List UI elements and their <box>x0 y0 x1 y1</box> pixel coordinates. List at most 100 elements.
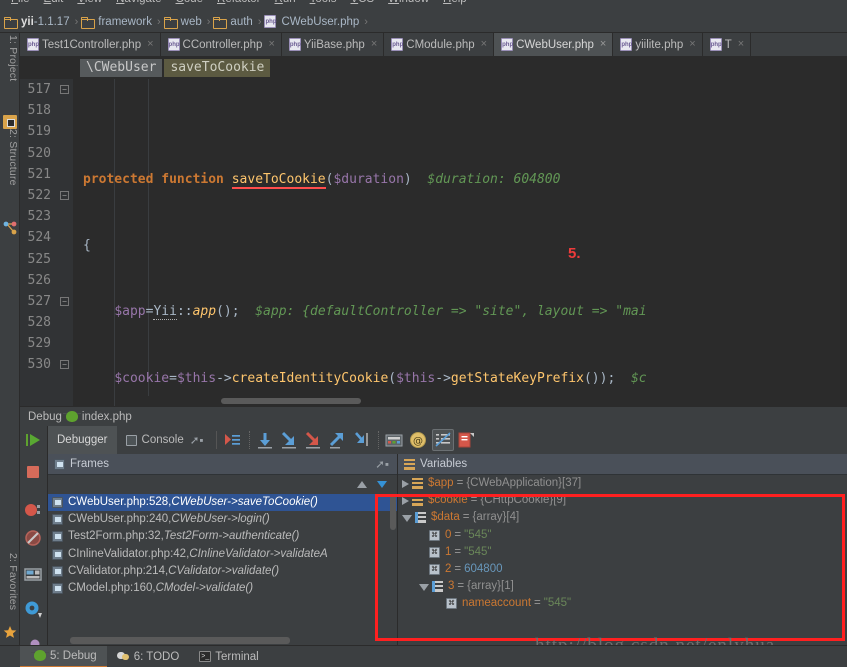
step-into-icon[interactable] <box>279 430 301 452</box>
line-number[interactable]: 526 <box>20 270 73 291</box>
menu-item-file[interactable]: File <box>4 0 37 5</box>
editor-tab-yiilite-php[interactable]: php yiilite.php × <box>613 33 703 56</box>
menu-item-view[interactable]: View <box>70 0 109 5</box>
code-editor[interactable]: 517−518 519 520 521 522−523 524 525 526 527−528 5… <box>20 79 847 406</box>
editor-tab-cwebuser-php[interactable]: php CWebUser.php × <box>494 33 614 56</box>
variables-tree[interactable]: $app = {CWebApplication} [37] $cookie = {CHtt… <box>398 475 847 613</box>
frame-row[interactable]: Test2Form.php:32, Test2Form->authenticat… <box>48 528 397 545</box>
line-number[interactable]: 530− <box>20 354 73 375</box>
frames-vscrollbar[interactable] <box>390 495 396 530</box>
close-icon[interactable]: × <box>268 39 274 50</box>
evaluate-expression-icon[interactable] <box>384 430 406 452</box>
variable-row[interactable]: $app = {CWebApplication} [37] <box>398 475 847 492</box>
menu-item-navigate[interactable]: Navigate <box>109 0 168 5</box>
close-icon[interactable]: × <box>371 39 377 50</box>
frames-detach-icon[interactable]: ➚▪ <box>375 457 389 471</box>
menu-item-help[interactable]: Help <box>436 0 474 5</box>
breadcrumb-item-web[interactable]: web <box>163 16 204 29</box>
fold-toggle-icon[interactable]: − <box>60 360 69 370</box>
editor-tab-t[interactable]: php T × <box>702 33 752 56</box>
line-number[interactable]: 528 <box>20 312 73 333</box>
line-number[interactable]: 525 <box>20 249 73 270</box>
line-number[interactable]: 519 <box>20 121 73 142</box>
menu-item-refactor[interactable]: Refactor <box>210 0 267 5</box>
line-number[interactable]: 529 <box>20 333 73 354</box>
fold-toggle-icon[interactable]: − <box>60 296 69 306</box>
sidebar-item-structure[interactable]: 2: Structure <box>1 129 19 186</box>
detach-icon[interactable]: ➚▪ <box>190 433 204 447</box>
code-content[interactable]: protected function saveToCookie($duratio… <box>73 79 847 406</box>
breadcrumb-item-cwebuser-php[interactable]: php CWebUser.php <box>264 15 361 28</box>
close-icon[interactable]: × <box>738 39 744 50</box>
restore-layout-icon[interactable] <box>23 565 45 587</box>
line-number[interactable]: 524 <box>20 227 73 248</box>
frame-row[interactable]: CValidator.php:214, CValidator->validate… <box>48 563 397 580</box>
line-number[interactable]: 518 <box>20 100 73 121</box>
variable-row[interactable]: ⌘ 0 = "545" <box>398 527 847 544</box>
variable-row[interactable]: 3 = {array} [1] <box>398 578 847 595</box>
variable-row[interactable]: ⌘ 1 = "545" <box>398 544 847 561</box>
frames-pane-body[interactable]: CWebUser.php:528, CWebUser->saveToCookie… <box>48 475 397 646</box>
step-over-icon[interactable] <box>255 430 277 452</box>
breadcrumb-class[interactable]: \CWebUser <box>80 59 163 77</box>
frames-list[interactable]: CWebUser.php:528, CWebUser->saveToCookie… <box>48 494 397 597</box>
editor-tab-ccontroller-php[interactable]: php CController.php × <box>160 33 282 56</box>
line-number[interactable]: 522− <box>20 185 73 206</box>
code-line[interactable]: protected function saveToCookie($duratio… <box>73 169 847 190</box>
sidebar-item-project[interactable]: 1: Project <box>1 35 19 81</box>
tab-console[interactable]: Console ➚▪ <box>117 426 213 454</box>
resume-program-icon[interactable] <box>23 430 45 452</box>
line-number[interactable]: 521 <box>20 164 73 185</box>
editor-tab-cmodule-php[interactable]: php CModule.php × <box>384 33 495 56</box>
frame-row[interactable]: CWebUser.php:528, CWebUser->saveToCookie… <box>48 494 397 512</box>
statusbar-tab-debug[interactable]: 5: Debug <box>20 645 107 667</box>
menu-item-run[interactable]: Run <box>268 0 303 5</box>
editor-tab-test1controller-php[interactable]: php Test1Controller.php × <box>20 33 161 56</box>
chevron-right-icon[interactable] <box>402 496 409 505</box>
breadcrumb-item-framework[interactable]: framework <box>81 16 154 29</box>
mute-breakpoints-toolbar-icon[interactable] <box>432 429 455 451</box>
menu-item-code[interactable]: Code <box>169 0 211 5</box>
thread-up-arrow-icon[interactable] <box>357 481 367 488</box>
settings-gear-icon[interactable] <box>23 599 45 621</box>
variable-row[interactable]: $data = {array} [4] <box>398 509 847 526</box>
force-step-into-icon[interactable] <box>303 430 325 452</box>
line-number[interactable]: 520 <box>20 143 73 164</box>
variable-row[interactable]: ⌘ 2 = 604800 <box>398 561 847 578</box>
thread-down-arrow-icon[interactable] <box>377 481 387 488</box>
code-line[interactable]: $app=Yii::app(); $app: {defaultControlle… <box>73 301 847 322</box>
settings-icon[interactable] <box>456 430 478 452</box>
chevron-right-icon[interactable] <box>402 479 409 488</box>
step-out-icon[interactable] <box>327 430 349 452</box>
variable-row[interactable]: $cookie = {CHttpCookie} [9] <box>398 492 847 509</box>
variable-row[interactable]: ⌘ nameaccount = "545" <box>398 595 847 612</box>
tab-debugger[interactable]: Debugger <box>48 426 117 454</box>
view-breakpoints-icon[interactable] <box>23 500 45 522</box>
close-icon[interactable]: × <box>689 39 695 50</box>
chevron-down-icon[interactable] <box>402 515 412 523</box>
statusbar-tab-todo[interactable]: 6: TODO <box>107 646 190 667</box>
run-to-cursor-icon[interactable] <box>351 430 373 452</box>
fold-toggle-icon[interactable]: − <box>60 190 69 200</box>
stop-icon[interactable] <box>23 462 45 484</box>
fold-toggle-icon[interactable]: − <box>60 85 69 94</box>
breadcrumb-item-yii-1-1-17[interactable]: yii-1.1.17 <box>4 16 72 29</box>
statusbar-tab-terminal[interactable]: >_ Terminal <box>189 646 268 667</box>
sidebar-item-favorites[interactable]: 2: Favorites <box>1 553 19 610</box>
editor-hscrollbar-track[interactable] <box>126 396 847 406</box>
variables-pane-body[interactable]: $app = {CWebApplication} [37] $cookie = {CHtt… <box>398 475 847 646</box>
editor-tab-yiibase-php[interactable]: php YiiBase.php × <box>281 33 385 56</box>
menu-item-edit[interactable]: Edit <box>37 0 71 5</box>
line-number[interactable]: 523 <box>20 206 73 227</box>
frame-row[interactable]: CModel.php:160, CModel->validate() <box>48 580 397 597</box>
line-number[interactable]: 517− <box>20 79 73 100</box>
close-icon[interactable]: × <box>481 39 487 50</box>
watches-icon[interactable]: @ <box>408 430 430 452</box>
code-line[interactable]: { <box>73 235 847 256</box>
code-line[interactable]: $cookie=$this->createIdentityCookie($thi… <box>73 368 847 389</box>
mute-breakpoints-icon[interactable] <box>23 528 45 550</box>
menu-item-window[interactable]: Window <box>381 0 436 5</box>
frame-row[interactable]: CWebUser.php:240, CWebUser->login() <box>48 511 397 528</box>
close-icon[interactable]: × <box>147 39 153 50</box>
frames-hscrollbar[interactable] <box>70 637 290 644</box>
